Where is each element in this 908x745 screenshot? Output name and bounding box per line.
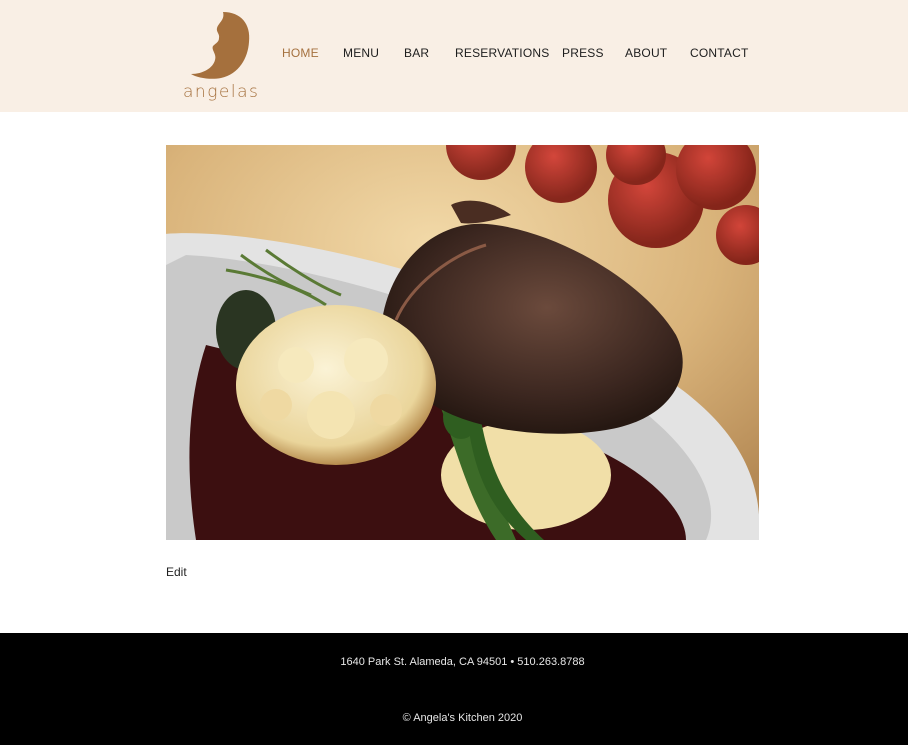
footer-address: 1640 Park St. Alameda, CA 94501 • 510.26… [340, 656, 585, 668]
nav-item-reservations[interactable]: RESERVATIONS [455, 46, 549, 60]
footer-copyright: © Angela's Kitchen 2020 [402, 712, 523, 724]
angelas-logo[interactable]: angelas [183, 10, 259, 106]
nav-item-menu[interactable]: MENU [343, 46, 379, 60]
nav-item-bar[interactable]: BAR [404, 46, 429, 60]
hero-food-photo [166, 145, 759, 540]
site-header: angelas HOME MENU BAR RESERVATIONS PRESS… [0, 0, 908, 112]
nav-item-about[interactable]: ABOUT [625, 46, 667, 60]
edit-link[interactable]: Edit [166, 565, 187, 579]
woman-profile-logo-icon [191, 12, 250, 79]
site-footer: 1640 Park St. Alameda, CA 94501 • 510.26… [0, 633, 908, 745]
logo-wordmark: angelas [183, 82, 260, 102]
steak-dish-image [166, 145, 759, 540]
nav-item-contact[interactable]: CONTACT [690, 46, 749, 60]
nav-item-press[interactable]: PRESS [562, 46, 604, 60]
nav-item-home[interactable]: HOME [282, 46, 319, 60]
